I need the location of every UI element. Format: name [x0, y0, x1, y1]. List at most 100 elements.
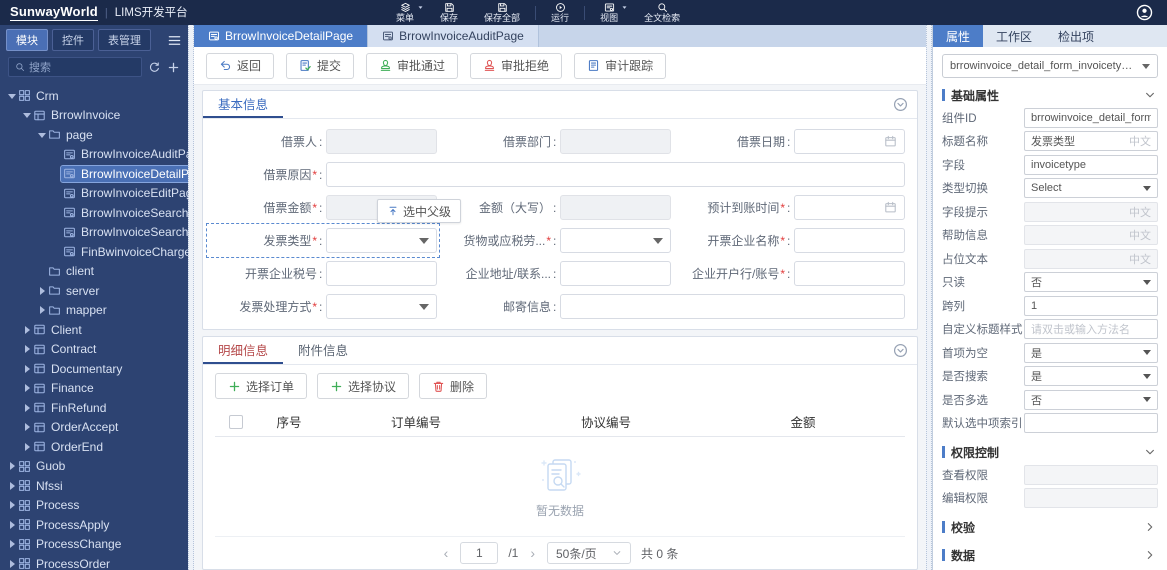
- document-tab-BrrowInvoiceAuditPage[interactable]: BrrowInvoiceAuditPage: [368, 25, 539, 47]
- document-tab-BrrowInvoiceDetailPage[interactable]: BrrowInvoiceDetailPage: [194, 25, 369, 47]
- approve-button[interactable]: 审批通过: [366, 52, 459, 79]
- tree-item-ProcessApply[interactable]: ProcessApply: [0, 515, 188, 535]
- tree-expander-icon[interactable]: [8, 481, 16, 490]
- tree-expander-icon[interactable]: [23, 423, 31, 432]
- sidebar-tab-控件[interactable]: 控件: [52, 29, 94, 51]
- tree-expander-icon[interactable]: [38, 306, 46, 315]
- tree-item-Guob[interactable]: Guob: [0, 457, 188, 477]
- sidebar-tab-表管理[interactable]: 表管理: [98, 29, 151, 51]
- tree-expander-icon[interactable]: [8, 540, 16, 549]
- field-date[interactable]: [794, 195, 905, 220]
- next-page-button[interactable]: ›: [528, 545, 537, 561]
- header-tool-fulltext-search[interactable]: 全文检索: [631, 0, 693, 25]
- tab-附件信息[interactable]: 附件信息: [283, 337, 363, 364]
- select-order-button[interactable]: 选择订单: [215, 373, 308, 399]
- tree-item-client[interactable]: client: [0, 262, 188, 282]
- property-select[interactable]: 否: [1024, 272, 1158, 293]
- select-all-checkbox[interactable]: [229, 414, 243, 429]
- tree-expander-icon[interactable]: [8, 462, 16, 471]
- submit-button[interactable]: 提交: [286, 52, 355, 79]
- field-input[interactable]: [560, 294, 905, 319]
- page-number-input[interactable]: 1: [460, 542, 499, 564]
- field-input[interactable]: [326, 261, 437, 286]
- collapse-icon[interactable]: [893, 343, 908, 358]
- tree-expander-icon[interactable]: [23, 442, 31, 451]
- tree-item-OrderAccept[interactable]: OrderAccept: [0, 418, 188, 438]
- delete-button[interactable]: 删除: [419, 373, 488, 399]
- tree-item-Crm[interactable]: Crm: [0, 86, 188, 106]
- section-header-校验[interactable]: 校验: [942, 516, 1158, 538]
- property-input[interactable]: brrowinvoice_detail_form_invoicetype: [1024, 107, 1158, 128]
- search-input[interactable]: 搜索: [8, 57, 142, 77]
- tree-item-Nfssi[interactable]: Nfssi: [0, 476, 188, 496]
- audit-trail-button[interactable]: 审计跟踪: [574, 52, 667, 79]
- tree-expander-icon[interactable]: [23, 345, 31, 354]
- tree-expander-icon[interactable]: [8, 501, 16, 510]
- tree-item-Contract[interactable]: Contract: [0, 340, 188, 360]
- tree-item-Finance[interactable]: Finance: [0, 379, 188, 399]
- section-header-数据[interactable]: 数据: [942, 544, 1158, 566]
- tree-item-BrrowInvoiceAuditPage[interactable]: BrrowInvoiceAuditPage: [0, 145, 188, 165]
- property-input[interactable]: invoicetype: [1024, 154, 1158, 175]
- select-parent-button[interactable]: 选中父级: [377, 199, 462, 223]
- tree-expander-icon[interactable]: [8, 520, 16, 529]
- inspector-tab-工作区[interactable]: 工作区: [983, 25, 1045, 47]
- inspector-tab-检出项[interactable]: 检出项: [1045, 25, 1107, 47]
- tree-expander-icon[interactable]: [38, 131, 46, 139]
- tree-item-page[interactable]: page: [0, 125, 188, 145]
- tree-item-server[interactable]: server: [0, 281, 188, 301]
- hamburger-icon[interactable]: [167, 33, 182, 48]
- field-input[interactable]: [326, 162, 905, 187]
- tree-expander-icon[interactable]: [23, 384, 31, 393]
- refresh-icon[interactable]: [148, 61, 161, 74]
- tree-expander-icon[interactable]: [8, 92, 16, 100]
- tree-item-ProcessOrder[interactable]: ProcessOrder: [0, 554, 188, 570]
- tree-item-Client[interactable]: Client: [0, 320, 188, 340]
- property-input[interactable]: [1024, 413, 1158, 434]
- property-select[interactable]: Select: [1024, 178, 1158, 199]
- tree-expander-icon[interactable]: [23, 403, 31, 412]
- tree-item-FinRefund[interactable]: FinRefund: [0, 398, 188, 418]
- tree-item-OrderEnd[interactable]: OrderEnd: [0, 437, 188, 457]
- tree-item-Documentary[interactable]: Documentary: [0, 359, 188, 379]
- field-select[interactable]: [326, 294, 437, 319]
- section-header-基础属性[interactable]: 基础属性: [942, 84, 1158, 106]
- prev-page-button[interactable]: ‹: [442, 545, 451, 561]
- tree-expander-icon[interactable]: [23, 111, 31, 119]
- tree-expander-icon[interactable]: [23, 325, 31, 334]
- collapse-icon[interactable]: [893, 97, 908, 112]
- tab-明细信息[interactable]: 明细信息: [203, 337, 284, 364]
- tree-item-BrrowInvoice[interactable]: BrrowInvoice: [0, 106, 188, 126]
- property-input[interactable]: 发票类型 中文: [1024, 131, 1158, 152]
- sidebar-tab-模块[interactable]: 模块: [6, 29, 48, 51]
- tab-basic-info[interactable]: 基本信息: [203, 91, 284, 118]
- field-date[interactable]: [794, 129, 905, 154]
- tree-item-FinBwinvoiceChargeDetailPa[interactable]: FinBwinvoiceChargeDetailPa: [0, 242, 188, 262]
- property-input[interactable]: 请双击或输入方法名: [1024, 319, 1158, 340]
- property-select[interactable]: 是: [1024, 366, 1158, 387]
- reject-button[interactable]: 审批拒绝: [470, 52, 563, 79]
- property-select[interactable]: 否: [1024, 389, 1158, 410]
- back-button[interactable]: 返回: [206, 52, 275, 79]
- tree-item-BrrowInvoiceEditPage[interactable]: BrrowInvoiceEditPage: [0, 184, 188, 204]
- page-size-select[interactable]: 50条/页: [547, 542, 631, 564]
- tree-expander-icon[interactable]: [38, 286, 46, 295]
- header-tool-save-all[interactable]: 保存全部: [471, 0, 533, 25]
- inspector-tab-属性[interactable]: 属性: [933, 25, 984, 47]
- tree-item-BrrowInvoiceSearchPage[interactable]: BrrowInvoiceSearchPage: [0, 223, 188, 243]
- field-select[interactable]: [326, 228, 437, 253]
- field-select[interactable]: [560, 228, 671, 253]
- property-select[interactable]: 是: [1024, 342, 1158, 363]
- section-header-权限控制[interactable]: 权限控制: [942, 441, 1158, 463]
- tree-expander-icon[interactable]: [8, 559, 16, 568]
- tree-item-BrrowInvoiceSearchDealPage[interactable]: BrrowInvoiceSearchDealPage: [0, 203, 188, 223]
- add-icon[interactable]: [167, 61, 180, 74]
- header-tool-view[interactable]: 视图: [587, 0, 631, 25]
- field-input[interactable]: [560, 261, 671, 286]
- field-input[interactable]: [794, 261, 905, 286]
- user-avatar-icon[interactable]: [1136, 4, 1153, 21]
- header-tool-save[interactable]: 保存: [427, 0, 471, 25]
- select-agreement-button[interactable]: 选择协议: [317, 373, 410, 399]
- tree-item-ProcessChange[interactable]: ProcessChange: [0, 535, 188, 555]
- tree-expander-icon[interactable]: [23, 364, 31, 373]
